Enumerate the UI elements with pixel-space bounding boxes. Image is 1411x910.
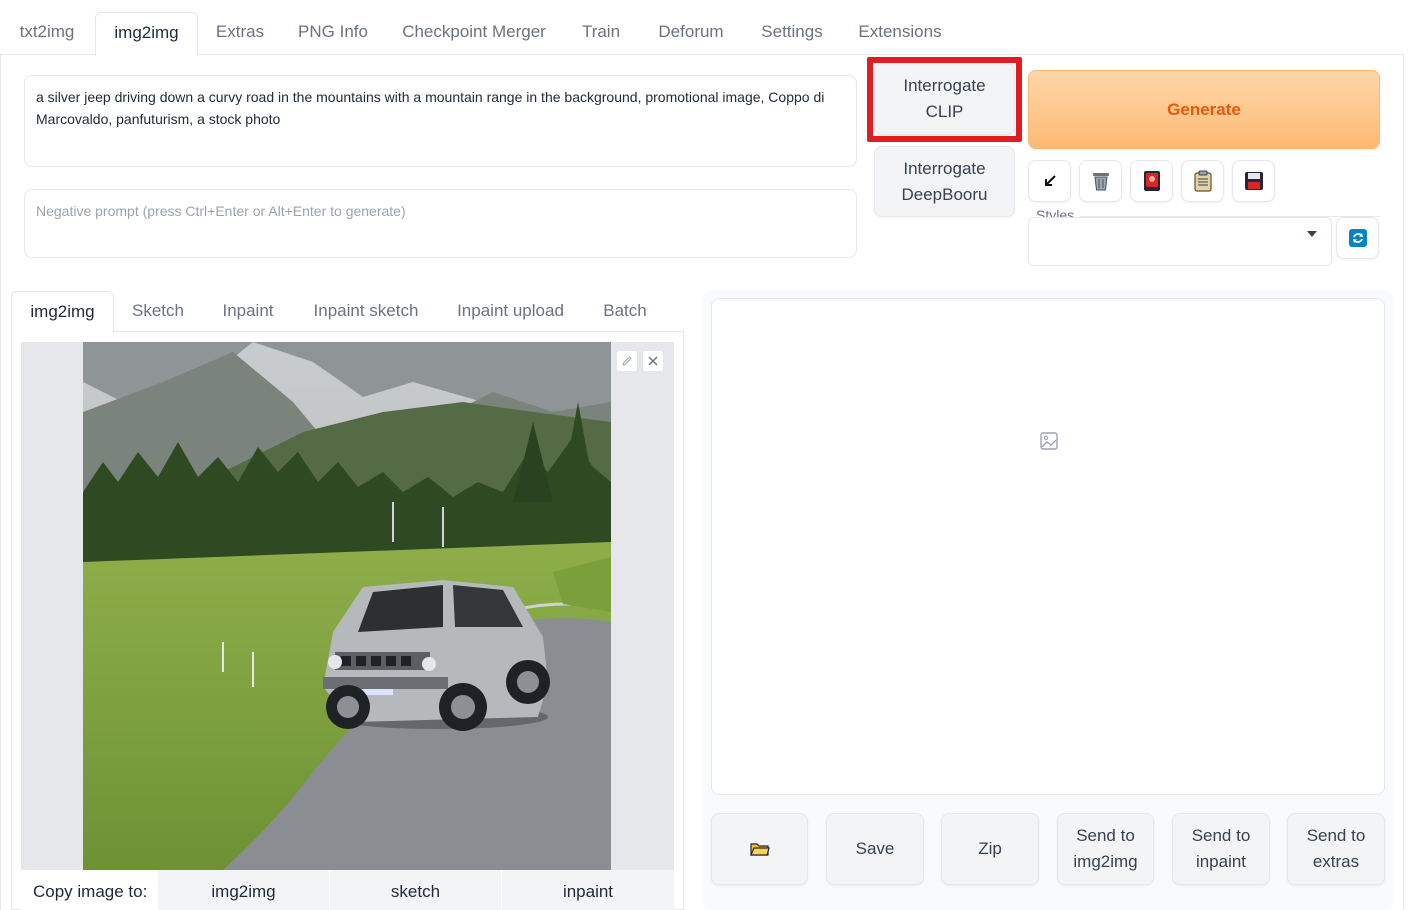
copy-to-inpaint-button[interactable]: inpaint xyxy=(502,870,674,910)
read-params-button[interactable] xyxy=(1028,160,1071,202)
copy-image-label: Copy image to: xyxy=(33,882,148,901)
send-to-extras-label: Send to extras xyxy=(1306,826,1366,871)
refresh-icon xyxy=(1348,229,1367,247)
interrogate-deepbooru-button[interactable]: Interrogate DeepBooru xyxy=(874,146,1015,217)
tab-extras[interactable]: Extras xyxy=(202,12,278,55)
zip-button[interactable]: Zip xyxy=(941,813,1039,885)
folder-icon xyxy=(749,843,770,856)
subtab-inpaint-upload[interactable]: Inpaint upload xyxy=(443,291,578,332)
input-image[interactable] xyxy=(83,342,611,870)
close-icon xyxy=(648,356,658,366)
send-to-extras-button[interactable]: Send to extras xyxy=(1287,813,1385,885)
save-button[interactable]: Save xyxy=(826,813,924,885)
zip-label: Zip xyxy=(978,839,1002,858)
refresh-styles-button[interactable] xyxy=(1336,217,1379,259)
subtab-img2img[interactable]: img2img xyxy=(11,291,114,332)
send-to-inpaint-button[interactable]: Send to inpaint xyxy=(1172,813,1270,885)
subtab-sketch[interactable]: Sketch xyxy=(119,291,197,332)
generate-button[interactable]: Generate xyxy=(1028,70,1380,149)
prompt-input[interactable]: a silver jeep driving down a curvy road … xyxy=(24,75,857,167)
tab-img2img[interactable]: img2img xyxy=(95,12,198,56)
open-folder-button[interactable] xyxy=(711,813,808,885)
save-style-button[interactable] xyxy=(1232,160,1275,202)
clipboard-icon xyxy=(1193,170,1212,192)
subtab-inpaint[interactable]: Inpaint xyxy=(207,291,289,332)
save-label: Save xyxy=(855,839,895,858)
send-to-inpaint-label: Send to inpaint xyxy=(1191,826,1251,871)
interrogate-deepbooru-label: Interrogate DeepBooru xyxy=(901,158,988,204)
chevron-down-icon xyxy=(1307,231,1317,237)
negative-prompt-input[interactable]: Negative prompt (press Ctrl+Enter or Alt… xyxy=(24,189,857,258)
tab-settings[interactable]: Settings xyxy=(746,12,838,55)
highlight-box xyxy=(867,57,1022,142)
clear-prompt-button[interactable] xyxy=(1079,160,1122,202)
pencil-icon xyxy=(622,356,632,366)
trash-icon xyxy=(1092,173,1109,191)
tab-extensions[interactable]: Extensions xyxy=(845,12,955,55)
extra-networks-button[interactable] xyxy=(1130,160,1173,202)
tab-png-info[interactable]: PNG Info xyxy=(285,12,381,55)
output-gallery xyxy=(711,298,1385,795)
negative-prompt-placeholder: Negative prompt (press Ctrl+Enter or Alt… xyxy=(36,203,406,219)
styles-dropdown[interactable] xyxy=(1028,217,1332,266)
prompt-text: a silver jeep driving down a curvy road … xyxy=(36,89,825,127)
floppy-disk-icon xyxy=(1244,172,1263,190)
clear-image-button[interactable] xyxy=(642,350,664,372)
tab-train[interactable]: Train xyxy=(566,12,636,55)
top-tab-bar: txt2img img2img Extras PNG Info Checkpoi… xyxy=(0,0,1404,56)
tab-deforum[interactable]: Deforum xyxy=(643,12,739,55)
subtab-inpaint-sketch[interactable]: Inpaint sketch xyxy=(301,291,431,332)
copy-to-img2img-button[interactable]: img2img xyxy=(158,870,329,910)
copy-to-sketch-button[interactable]: sketch xyxy=(330,870,501,910)
arrow-down-left-icon xyxy=(1044,175,1056,186)
image-placeholder-icon xyxy=(1040,432,1058,450)
tab-txt2img[interactable]: txt2img xyxy=(4,12,90,55)
send-to-img2img-button[interactable]: Send to img2img xyxy=(1057,813,1154,885)
red-card-icon xyxy=(1143,171,1160,191)
edit-image-button[interactable] xyxy=(616,350,638,372)
generate-label: Generate xyxy=(1167,99,1241,119)
tab-checkpoint-merger[interactable]: Checkpoint Merger xyxy=(389,12,559,55)
apply-style-button[interactable] xyxy=(1181,160,1224,202)
subtab-batch[interactable]: Batch xyxy=(590,291,660,332)
send-to-img2img-label: Send to img2img xyxy=(1073,826,1138,871)
